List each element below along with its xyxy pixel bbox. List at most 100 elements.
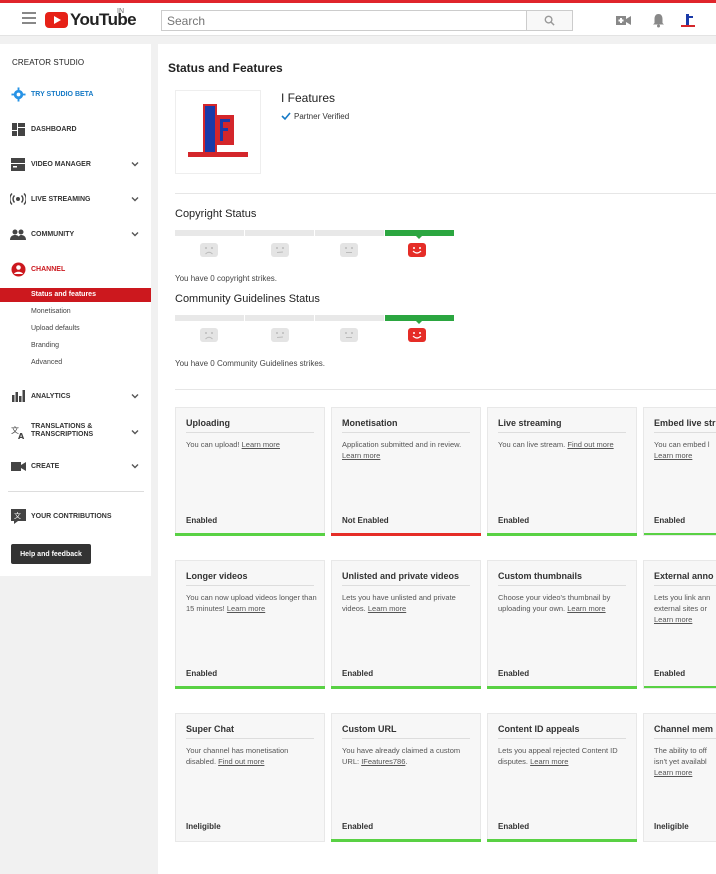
- card-title: Custom URL: [342, 724, 397, 734]
- upload-video-icon[interactable]: [615, 12, 631, 28]
- card-divider: [342, 432, 470, 433]
- camera-icon: [10, 458, 26, 474]
- sidebar-divider: [8, 491, 144, 492]
- sidebar-sub-monetisation[interactable]: Monetisation: [0, 305, 151, 319]
- learn-more-link[interactable]: Learn more: [242, 440, 280, 449]
- card-description: Application submitted and in review. Lea…: [342, 439, 474, 461]
- card-status: Ineligible: [186, 822, 221, 831]
- card-divider: [654, 738, 716, 739]
- strike-segment: [245, 230, 314, 236]
- community-guidelines-title: Community Guidelines Status: [175, 293, 320, 305]
- learn-more-link[interactable]: Learn more: [654, 451, 692, 460]
- learn-more-link[interactable]: Learn more: [654, 615, 692, 624]
- neutral-face-icon: [271, 328, 289, 342]
- learn-more-link[interactable]: Learn more: [530, 757, 568, 766]
- sidebar-item-dashboard[interactable]: DASHBOARD: [0, 119, 151, 139]
- feature-card-longer-videos: Longer videos You can now upload videos …: [175, 560, 325, 689]
- sidebar-item-channel[interactable]: CHANNEL: [0, 259, 151, 279]
- card-desc-text: You can embed l: [654, 440, 710, 449]
- chevron-down-icon: [131, 232, 139, 237]
- card-description: Lets you have unlisted and private video…: [342, 592, 474, 614]
- card-status: Enabled: [342, 669, 374, 678]
- sidebar-item-your-contributions[interactable]: 文 YOUR CONTRIBUTIONS: [0, 506, 151, 526]
- card-title: Uploading: [186, 418, 230, 428]
- card-divider: [498, 432, 626, 433]
- card-status: Ineligible: [654, 822, 689, 831]
- card-description: The ability to off isn't yet availabl Lea…: [654, 745, 716, 778]
- copyright-strikes-text: You have 0 copyright strikes.: [175, 274, 277, 283]
- card-divider: [186, 738, 314, 739]
- sidebar-sub-status-and-features[interactable]: Status and features: [0, 288, 151, 302]
- verified-label: Partner Verified: [294, 111, 350, 121]
- strike-segment: [175, 315, 244, 321]
- logo-text: YouTube: [70, 10, 137, 29]
- card-status: Enabled: [498, 822, 530, 831]
- sidebar: CREATOR STUDIO TRY STUDIO BETA DASHBOARD…: [0, 44, 151, 576]
- strike-segment: [315, 315, 384, 321]
- card-divider: [186, 432, 314, 433]
- checkmark-icon: [281, 112, 291, 121]
- learn-more-link[interactable]: Learn more: [654, 768, 692, 777]
- current-pointer-icon: [415, 235, 423, 239]
- status-bar-enabled: [331, 686, 481, 689]
- learn-more-link[interactable]: Learn more: [368, 604, 406, 613]
- sidebar-label: LIVE STREAMING: [31, 195, 91, 203]
- sidebar-sub-advanced[interactable]: Advanced: [0, 356, 151, 370]
- feature-card-monetisation: Monetisation Application submitted and i…: [331, 407, 481, 536]
- search-button[interactable]: [526, 10, 573, 31]
- sidebar-label: TRY STUDIO BETA: [31, 90, 94, 98]
- channel-name[interactable]: I Features: [281, 91, 335, 105]
- card-title: Embed live str: [654, 418, 716, 428]
- card-description: You have already claimed a custom URL: I…: [342, 746, 461, 766]
- sidebar-item-analytics[interactable]: ANALYTICS: [0, 386, 151, 406]
- sidebar-title: CREATOR STUDIO: [12, 58, 85, 67]
- chevron-down-icon: [131, 464, 139, 469]
- sidebar-label-line2: TRANSCRIPTIONS: [31, 431, 94, 438]
- card-status: Enabled: [654, 516, 686, 525]
- sidebar-sub-branding[interactable]: Branding: [0, 339, 151, 353]
- sidebar-label: DASHBOARD: [31, 125, 77, 133]
- learn-more-link[interactable]: Learn more: [342, 451, 380, 460]
- card-desc-text: You can live stream.: [498, 440, 566, 449]
- learn-more-link[interactable]: Learn more: [227, 604, 265, 613]
- youtube-logo[interactable]: YouTube IN: [45, 8, 137, 30]
- sidebar-label: CREATE: [31, 462, 60, 470]
- sidebar-item-translations[interactable]: 文A TRANSLATIONS & TRANSCRIPTIONS: [0, 422, 151, 442]
- sidebar-item-try-studio-beta[interactable]: TRY STUDIO BETA: [0, 84, 151, 104]
- status-bar-enabled: [331, 839, 481, 842]
- sidebar-item-community[interactable]: COMMUNITY: [0, 224, 151, 244]
- search-input[interactable]: [161, 10, 527, 31]
- find-out-more-link[interactable]: Find out more: [218, 757, 264, 766]
- sidebar-label: YOUR CONTRIBUTIONS: [31, 512, 112, 520]
- sidebar-label: COMMUNITY: [31, 230, 75, 238]
- status-bar-not-enabled: [331, 533, 481, 536]
- card-title: Custom thumbnails: [498, 571, 583, 581]
- card-title: Channel mem: [654, 724, 714, 734]
- card-description: Lets you link ann external sites or Learn…: [654, 592, 716, 625]
- sidebar-item-live-streaming[interactable]: LIVE STREAMING: [0, 189, 151, 209]
- page-title: Status and Features: [168, 61, 283, 75]
- feature-card-uploading: Uploading You can upload! Learn more Ena…: [175, 407, 325, 536]
- feature-card-channel-memberships: Channel mem The ability to off isn't yet…: [643, 713, 716, 842]
- account-avatar[interactable]: [680, 13, 696, 28]
- feature-card-custom-url: Custom URL You have already claimed a cu…: [331, 713, 481, 842]
- menu-icon[interactable]: [22, 12, 36, 26]
- find-out-more-link[interactable]: Find out more: [567, 440, 613, 449]
- custom-url-link[interactable]: IFeatures786: [361, 757, 405, 766]
- sidebar-item-create[interactable]: CREATE: [0, 456, 151, 476]
- status-bar-enabled: [175, 686, 325, 689]
- analytics-icon: [10, 388, 26, 404]
- sidebar-label: TRANSLATIONS & TRANSCRIPTIONS: [31, 423, 93, 439]
- help-and-feedback-button[interactable]: Help and feedback: [11, 544, 91, 564]
- neutral-face-icon: [340, 243, 358, 257]
- learn-more-link[interactable]: Learn more: [567, 604, 605, 613]
- card-status: Enabled: [186, 669, 218, 678]
- search-icon: [544, 15, 555, 26]
- sidebar-sub-upload-defaults[interactable]: Upload defaults: [0, 322, 151, 336]
- divider: [175, 389, 716, 390]
- notifications-bell-icon[interactable]: [650, 12, 666, 28]
- sad-face-icon: [200, 328, 218, 342]
- sidebar-item-video-manager[interactable]: VIDEO MANAGER: [0, 154, 151, 174]
- card-title: Live streaming: [498, 418, 562, 428]
- copyright-status-title: Copyright Status: [175, 208, 257, 220]
